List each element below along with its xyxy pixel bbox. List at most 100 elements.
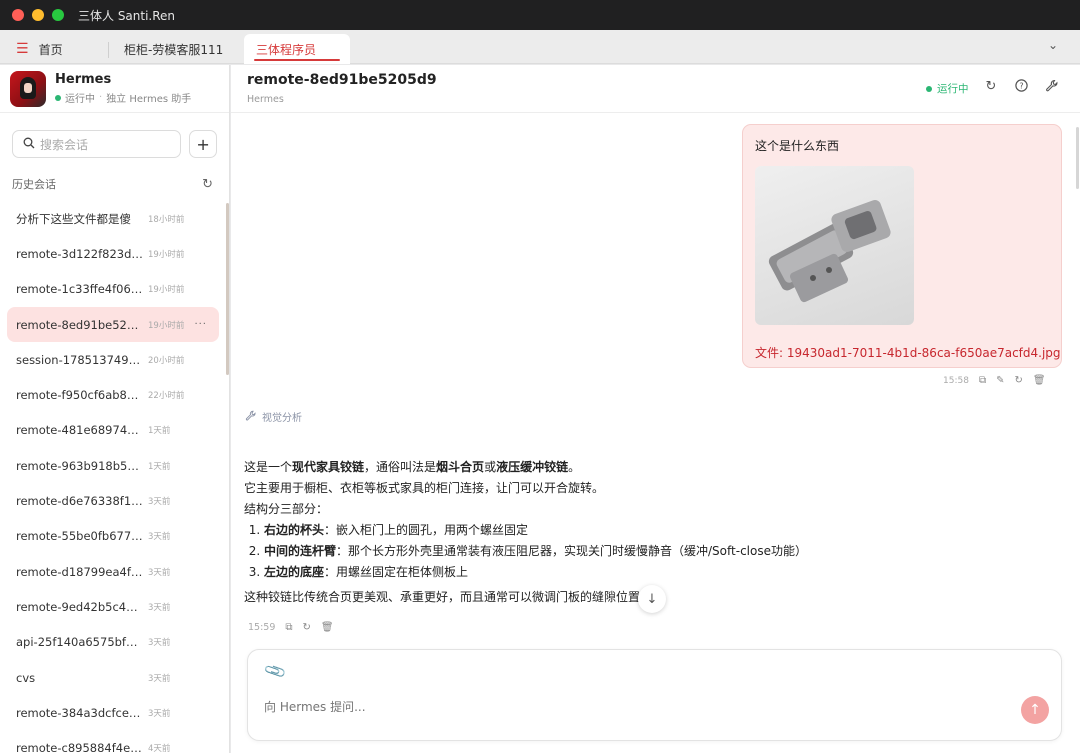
search-row: 搜索会话 + [12, 130, 217, 158]
session-item[interactable]: session-1785137492... 20小时前 [7, 342, 219, 377]
svg-text:?: ? [1019, 82, 1023, 91]
search-icon [23, 137, 35, 152]
agent-name: Hermes [55, 72, 112, 87]
session-item[interactable]: remote-1c33ffe4f0619 19小时前 [7, 272, 219, 307]
more-icon[interactable]: ··· [194, 319, 207, 330]
answer-paragraph: 它主要用于橱柜、衣柜等板式家具的柜门连接，让门可以开合旋转。 [244, 481, 605, 495]
title-bar: 三体人 Santi.Ren [0, 0, 1080, 30]
tab-home[interactable]: ☰ 首页 [4, 34, 108, 64]
help-icon[interactable]: ? [1012, 79, 1030, 96]
plus-icon: + [196, 134, 210, 154]
session-item[interactable]: remote-c895884f4e475 4天前 [7, 730, 219, 753]
session-item[interactable]: remote-384a3dcfce4e6 3天前 [7, 695, 219, 730]
refresh-icon[interactable]: ↻ [982, 79, 1000, 96]
chat-title: remote-8ed91be5205d9 [247, 72, 437, 88]
menu-icon: ☰ [16, 41, 29, 57]
session-item[interactable]: remote-d18799ea4f1fa8 3天前 [7, 554, 219, 589]
answer-bold: 烟斗合页 [436, 460, 485, 474]
paperclip-icon[interactable]: 📎 [263, 659, 288, 684]
session-item[interactable]: remote-d6e76338f14ca 3天前 [7, 483, 219, 518]
status-text: 运行中 [937, 83, 969, 95]
send-button[interactable]: ↑ [1021, 696, 1049, 724]
wrench-icon[interactable] [1042, 79, 1060, 96]
list-item-title: 右边的杯头 [264, 523, 325, 537]
agent-header: Hermes 运行中 · 独立 Hermes 助手 [0, 65, 229, 113]
tab-guigui-support[interactable]: 柜柜-劳模客服111 [112, 34, 240, 64]
list-item-text: ：嵌入柜门上的圆孔，用两个螺丝固定 [324, 523, 529, 537]
session-item[interactable]: remote-55be0fb677e4 3天前 [7, 519, 219, 554]
session-item[interactable]: cvs 3天前 [7, 660, 219, 695]
arrow-down-icon: ↓ [646, 591, 658, 607]
tab-santi-programmer[interactable]: 三体程序员 [244, 34, 350, 64]
user-message-meta: 15:58 ⧉ ✎ ↻ 🗑 [943, 375, 1046, 386]
attached-image[interactable] [755, 166, 914, 325]
tab-bar: ☰ 首页 柜柜-劳模客服111 三体程序员 ⌄ [0, 30, 1080, 64]
agent-info: Hermes 运行中 · 独立 Hermes 助手 [55, 72, 191, 105]
session-item[interactable]: remote-9ed42b5c4aa12 3天前 [7, 589, 219, 624]
answer-paragraph: 这种铰链比传统合页更美观、承重更好，而且通常可以微调门板的缝隙位置 [244, 590, 641, 604]
chat-header: remote-8ed91be5205d9 Hermes 运行中 ↻ ? [231, 65, 1080, 113]
history-header: 历史会话 ↻ [12, 176, 213, 192]
zoom-window-button[interactable] [52, 9, 64, 21]
tab-divider [108, 42, 109, 58]
scroll-to-bottom-button[interactable]: ↓ [638, 585, 666, 613]
session-item-active[interactable]: remote-8ed91be5205... 19小时前 ··· [7, 306, 219, 343]
list-item-title: 左边的底座 [264, 565, 325, 579]
session-item[interactable]: api-25f140a6575bf25c 3天前 [7, 625, 219, 660]
chat-scrollbar[interactable] [1076, 127, 1079, 189]
tab-label: 柜柜-劳模客服111 [124, 42, 224, 57]
status-dot-icon [926, 85, 932, 92]
search-input[interactable]: 搜索会话 [12, 130, 182, 158]
tool-call[interactable]: 视觉分析 [245, 409, 302, 424]
history-label: 历史会话 [12, 178, 56, 191]
search-placeholder: 搜索会话 [40, 137, 89, 152]
copy-icon[interactable]: ⧉ [285, 622, 292, 633]
delete-icon[interactable]: 🗑 [321, 622, 334, 633]
edit-icon[interactable]: ✎ [996, 375, 1004, 386]
delete-icon[interactable]: 🗑 [1033, 375, 1046, 386]
answer-paragraph: 这是一个现代家具铰链，通俗叫法是烟斗合页或液压缓冲铰链。 [244, 457, 844, 478]
refresh-icon[interactable]: ↻ [202, 177, 213, 192]
close-window-button[interactable] [12, 9, 24, 21]
session-item[interactable]: remote-963b918b50127 1天前 [7, 448, 219, 483]
status-badge: 运行中 [926, 81, 969, 96]
retry-icon[interactable]: ↻ [1014, 375, 1022, 386]
minimize-window-button[interactable] [32, 9, 44, 21]
window-controls [12, 9, 64, 21]
chevron-down-icon[interactable]: ⌄ [1048, 38, 1058, 52]
attached-file-name[interactable]: 文件: 19430ad1-7011-4b1d-86ca-f650ae7acfd4… [755, 344, 1061, 361]
answer-bold: 液压缓冲铰链 [496, 460, 569, 474]
new-session-button[interactable]: + [189, 130, 217, 158]
separator-dot: · [99, 92, 103, 103]
answer-text: 这是一个 [244, 460, 293, 474]
list-item: 左边的底座：用螺丝固定在柜体侧板上 [264, 562, 844, 583]
wrench-icon [245, 410, 256, 424]
session-item[interactable]: 分析下这些文件都是傻 18小时前 [7, 201, 219, 236]
session-item[interactable]: remote-481e68974ce5a81天前 [7, 413, 219, 448]
agent-status-line: 运行中 · 独立 Hermes 助手 [55, 90, 191, 105]
window-title: 三体人 Santi.Ren [78, 8, 176, 23]
session-item[interactable]: remote-f950cf6ab82... 22小时前 [7, 377, 219, 412]
answer-text: ，通俗叫法是 [364, 460, 437, 474]
session-item[interactable]: remote-3d122f823db... 19小时前 [7, 236, 219, 271]
list-item: 中间的连杆臂：那个长方形外壳里通常装有液压阻尼器，实现关门时缓慢静音（缓冲/So… [264, 541, 844, 562]
answer-text: 或 [484, 460, 497, 474]
header-actions: ↻ ? [982, 79, 1060, 96]
tab-label: 首页 [38, 42, 63, 57]
assistant-message-meta: 15:59 ⧉ ↻ 🗑 [248, 622, 334, 633]
list-item-text: ：那个长方形外壳里通常装有液压阻尼器，实现关门时缓慢静音（缓冲/Soft-clo… [336, 544, 807, 558]
list-item: 右边的杯头：嵌入柜门上的圆孔，用两个螺丝固定 [264, 520, 844, 541]
user-message-bubble: 这个是什么东西 文件: 19430ad1-7011-4b1d-86ca-f650… [742, 124, 1062, 368]
avatar [10, 70, 46, 107]
copy-icon[interactable]: ⧉ [979, 375, 986, 386]
agent-status: 运行中 [65, 94, 95, 105]
list-item-text: ：用螺丝固定在柜体侧板上 [324, 565, 469, 579]
answer-bold: 现代家具铰链 [292, 460, 365, 474]
status-dot-icon [55, 94, 61, 101]
message-time: 15:58 [943, 375, 969, 386]
answer-text: 。 [568, 460, 581, 474]
sidebar-scrollbar[interactable] [226, 203, 229, 375]
message-input[interactable] [264, 700, 964, 714]
retry-icon[interactable]: ↻ [303, 622, 311, 633]
user-message-text: 这个是什么东西 [755, 139, 840, 153]
